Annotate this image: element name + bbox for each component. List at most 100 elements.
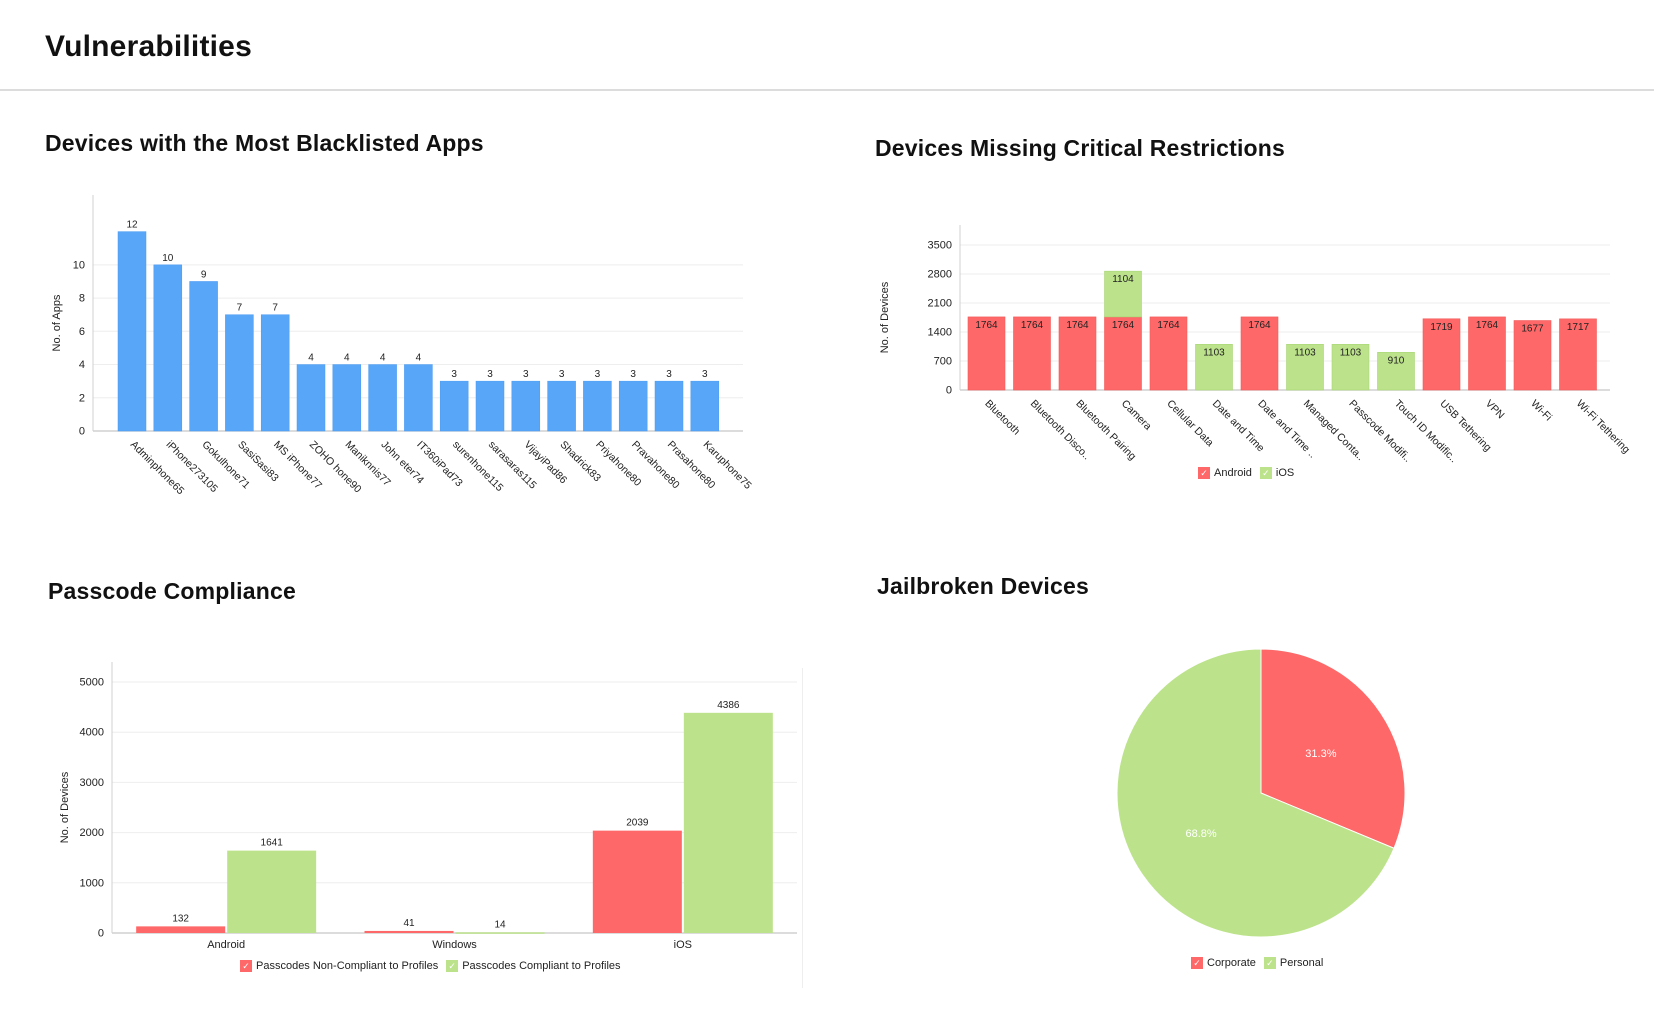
bar	[592, 830, 682, 933]
legend-item[interactable]: ✓ Personal	[1263, 957, 1324, 969]
bar	[583, 380, 612, 432]
data-label: 1764	[1066, 320, 1089, 331]
data-label: 12	[126, 220, 138, 231]
data-label: 14	[494, 919, 506, 930]
bar	[136, 926, 226, 933]
data-label: 7	[237, 303, 243, 314]
data-label: 1719	[1430, 322, 1453, 333]
legend-item[interactable]: ✓ Android	[1198, 467, 1252, 479]
bar	[547, 380, 576, 432]
bar	[690, 380, 720, 432]
legend-item[interactable]: ✓ Corporate	[1191, 957, 1256, 969]
page-title: Vulnerabilities	[45, 30, 252, 63]
legend-checkbox-icon[interactable]: ✓	[446, 960, 459, 972]
data-label: 4386	[717, 700, 740, 711]
x-tick-label: Cellular Data	[1164, 398, 1216, 450]
y-axis-label: No. of Apps	[51, 294, 63, 351]
data-label: 132	[172, 913, 189, 924]
data-label: 1717	[1567, 322, 1590, 333]
y-tick-label: 1000	[80, 877, 104, 889]
bar	[439, 380, 469, 432]
legend-label: Personal	[1279, 957, 1324, 969]
data-label: 1764	[1157, 320, 1180, 331]
y-tick-label: 5000	[80, 677, 104, 689]
legend-checkbox-icon[interactable]: ✓	[1263, 957, 1276, 969]
data-label: 1764	[1021, 320, 1044, 331]
panel-divider	[802, 668, 803, 988]
bar	[153, 264, 183, 432]
legend-label: iOS	[1275, 467, 1295, 479]
data-label: 1103	[1294, 347, 1316, 358]
x-tick-label: Windows	[432, 939, 477, 951]
legend-item[interactable]: ✓ iOS	[1259, 467, 1295, 479]
y-tick-label: 8	[79, 293, 85, 305]
jailbroken-devices-legend: ✓ Corporate ✓ Personal	[1191, 957, 1323, 969]
passcode-compliance-legend: ✓ Passcodes Non-Compliant to Profiles ✓ Pas…	[240, 960, 621, 972]
data-label: 3	[487, 369, 493, 380]
legend-checkbox-icon[interactable]: ✓	[240, 960, 252, 972]
x-tick-label: Camera	[1119, 398, 1154, 433]
x-tick-label: VPN	[1483, 398, 1507, 422]
data-label: 7	[272, 303, 278, 314]
bar	[404, 364, 433, 432]
y-tick-label: 0	[98, 928, 104, 940]
legend-label: Passcodes Non-Compliant to Profiles	[256, 960, 439, 972]
missing-restrictions-legend: ✓ Android ✓ iOS	[1198, 467, 1294, 479]
y-tick-label: 2	[79, 392, 85, 404]
data-label: 9	[201, 269, 207, 280]
data-label: 1104	[1112, 274, 1134, 285]
x-tick-label: Android	[207, 939, 245, 951]
y-tick-label: 0	[946, 385, 952, 397]
y-tick-label: 4	[79, 359, 85, 371]
data-label: 910	[1388, 355, 1405, 366]
data-label: 3	[666, 369, 672, 380]
legend-checkbox-icon[interactable]: ✓	[1191, 957, 1203, 969]
data-label: 2039	[626, 818, 649, 829]
y-tick-label: 10	[73, 259, 85, 271]
jailbroken-devices-title: Jailbroken Devices	[877, 573, 1089, 599]
data-label: 1641	[261, 838, 284, 849]
legend-item[interactable]: ✓ Passcodes Compliant to Profiles	[446, 960, 621, 972]
y-tick-label: 6	[79, 326, 85, 338]
x-tick-label: iOS	[674, 939, 692, 951]
data-label: 1764	[1476, 320, 1499, 331]
bar	[260, 314, 290, 432]
data-label: 4	[308, 353, 314, 364]
blacklisted-apps-title: Devices with the Most Blacklisted Apps	[45, 130, 484, 156]
data-label: 4	[416, 353, 422, 364]
data-label: 3	[559, 369, 565, 380]
bar	[225, 314, 254, 432]
x-tick-label: Wi-Fi Tethering	[1574, 398, 1632, 456]
y-tick-label: 2000	[80, 827, 104, 839]
bar	[618, 380, 648, 432]
bar	[364, 930, 454, 933]
y-tick-label: 2100	[928, 298, 952, 310]
data-label: 3	[630, 369, 636, 380]
data-label: 1103	[1203, 347, 1225, 358]
bar	[683, 712, 773, 933]
x-tick-label: Bluetooth	[982, 398, 1022, 438]
y-tick-label: 2800	[928, 269, 952, 281]
y-tick-label: 4000	[80, 727, 104, 739]
data-label: 3	[451, 369, 457, 380]
x-tick-label: Wi-Fi	[1528, 398, 1554, 424]
bar	[455, 932, 545, 934]
data-label: 41	[403, 918, 415, 929]
y-axis-label: No. of Devices	[59, 771, 71, 843]
data-label: 1677	[1521, 324, 1544, 335]
y-tick-label: 3000	[80, 777, 104, 789]
passcode-compliance-chart: 0 1000 2000 3000 4000 5000 No. of Devices 132 16…	[59, 662, 797, 951]
blacklisted-apps-chart: 0246810No. of Apps12Adminphone6510iPhone…	[51, 195, 754, 497]
data-label: 1764	[1248, 320, 1271, 331]
legend-checkbox-icon[interactable]: ✓	[1198, 467, 1210, 479]
jailbroken-devices-chart: 31.3% 68.8%	[1116, 648, 1406, 938]
missing-restrictions-chart: 0 700 1400 2100 2800 3500 No. of Devices 1764 Bl…	[879, 225, 1632, 465]
legend-label: Corporate	[1207, 957, 1256, 969]
bar	[654, 380, 684, 432]
bar	[189, 281, 218, 432]
bar	[332, 364, 362, 432]
y-tick-label: 0	[79, 426, 85, 438]
legend-checkbox-icon[interactable]: ✓	[1259, 467, 1272, 479]
legend-item[interactable]: ✓ Passcodes Non-Compliant to Profiles	[240, 960, 438, 972]
slice-label: 68.8%	[1186, 828, 1217, 840]
